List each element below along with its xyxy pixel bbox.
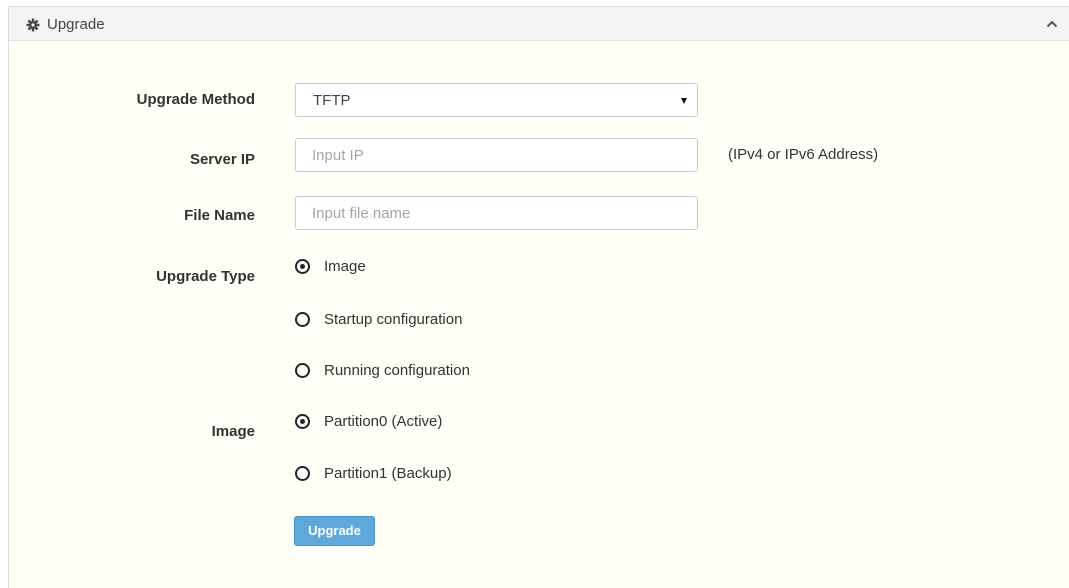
upgrade-method-value: TFTP	[313, 92, 351, 109]
file-name-input[interactable]	[295, 196, 698, 230]
radio-unchecked-icon[interactable]	[295, 312, 310, 327]
upgrade-type-label: Upgrade Type	[156, 268, 255, 285]
upgrade-type-option-running[interactable]: Running configuration	[295, 362, 470, 379]
radio-label: Image	[324, 258, 366, 275]
upgrade-method-label: Upgrade Method	[136, 91, 255, 108]
panel-header: Upgrade	[9, 7, 1069, 41]
radio-label: Startup configuration	[324, 311, 463, 328]
panel-title-wrap: Upgrade	[26, 16, 105, 33]
image-option-partition1[interactable]: Partition1 (Backup)	[295, 465, 452, 482]
file-name-label: File Name	[184, 207, 255, 224]
radio-checked-icon[interactable]	[295, 414, 310, 429]
radio-unchecked-icon[interactable]	[295, 466, 310, 481]
server-ip-label: Server IP	[189, 151, 255, 168]
radio-checked-icon[interactable]	[295, 259, 310, 274]
image-option-partition0[interactable]: Partition0 (Active)	[295, 413, 442, 430]
radio-label: Partition0 (Active)	[324, 413, 443, 430]
upgrade-type-option-startup[interactable]: Startup configuration	[295, 311, 462, 328]
chevron-up-icon[interactable]	[1045, 17, 1059, 31]
server-ip-hint: (IPv4 or IPv6 Address)	[728, 146, 879, 163]
image-label: Image	[211, 423, 255, 440]
upgrade-button[interactable]: Upgrade	[294, 516, 375, 546]
radio-unchecked-icon[interactable]	[295, 363, 310, 378]
dropdown-arrow-icon	[681, 98, 687, 104]
radio-label: Partition1 (Backup)	[324, 465, 452, 482]
gear-icon	[26, 18, 40, 31]
upgrade-type-option-image[interactable]: Image	[295, 258, 366, 275]
panel-title: Upgrade	[47, 16, 105, 33]
upgrade-method-select[interactable]: TFTP	[295, 83, 698, 117]
upgrade-panel: Upgrade Upgrade Method TFTP Server IP (I…	[8, 6, 1069, 588]
server-ip-input[interactable]	[295, 138, 698, 172]
radio-label: Running configuration	[324, 362, 470, 379]
